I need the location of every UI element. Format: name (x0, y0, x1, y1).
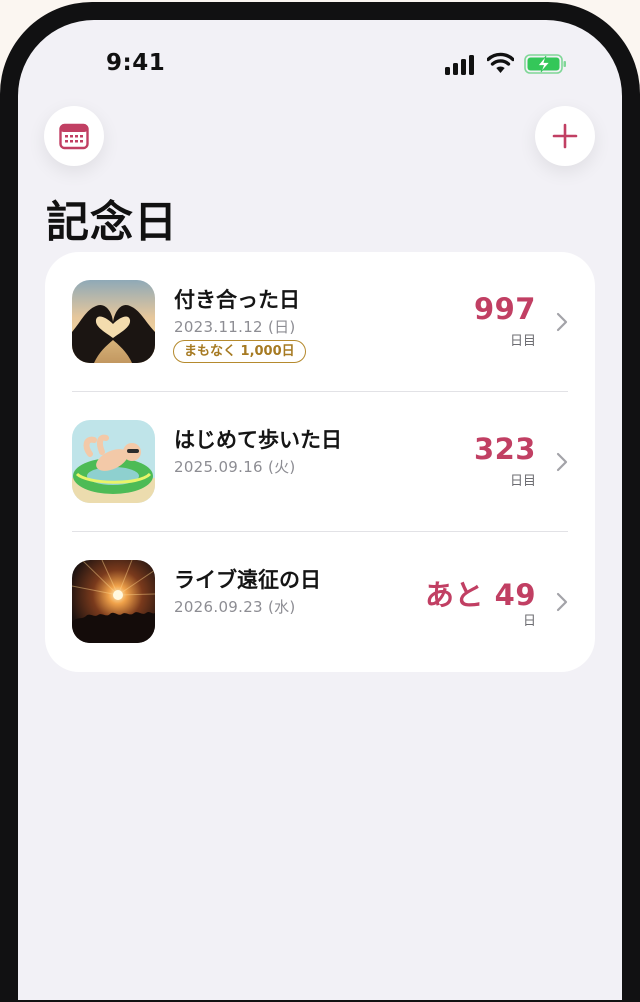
anniversary-list: 付き合った日 2023.11.12 (日) まもなく 1,000日 997 日目 (45, 252, 595, 672)
heart-hands-thumbnail (72, 280, 155, 363)
day-count: 997 (473, 292, 536, 326)
baby-float-thumbnail (72, 420, 155, 503)
calendar-icon (59, 123, 89, 150)
battery-charging-icon (524, 54, 566, 74)
chevron-right-icon (556, 592, 568, 612)
list-item-anniversary[interactable]: はじめて歩いた日 2025.09.16 (火) 323 日目 (45, 392, 595, 532)
anniversary-date: 2023.11.12 (日) (174, 318, 296, 336)
list-item-anniversary[interactable]: 付き合った日 2023.11.12 (日) まもなく 1,000日 997 日目 (45, 252, 595, 392)
calendar-button[interactable] (44, 106, 104, 166)
day-count: 323 (473, 432, 536, 466)
anniversary-title: ライブ遠征の日 (174, 568, 321, 592)
wifi-icon (487, 52, 514, 73)
status-time: 9:41 (106, 50, 166, 76)
milestone-badge: まもなく 1,000日 (173, 340, 306, 363)
list-item-anniversary[interactable]: ライブ遠征の日 2026.09.23 (水) あと 49 日 (45, 532, 595, 672)
page-title: 記念日 (46, 198, 178, 248)
days-remaining: あと 49 (425, 578, 536, 612)
phone-screen: 9:41 記念日 付き合った日 2023.11.12 (日) まもなく 1,00… (18, 20, 622, 1000)
day-count-unit: 日目 (509, 474, 536, 489)
anniversary-title: はじめて歩いた日 (174, 428, 342, 452)
chevron-right-icon (556, 452, 568, 472)
day-count-unit: 日 (522, 614, 536, 629)
day-count-unit: 日目 (509, 334, 536, 349)
concert-thumbnail (72, 560, 155, 643)
plus-icon (552, 123, 578, 149)
add-anniversary-button[interactable] (535, 106, 595, 166)
anniversary-title: 付き合った日 (174, 288, 300, 312)
chevron-right-icon (556, 312, 568, 332)
anniversary-date: 2025.09.16 (火) (174, 458, 296, 476)
cellular-signal-icon (445, 53, 477, 75)
anniversary-date: 2026.09.23 (水) (174, 598, 296, 616)
